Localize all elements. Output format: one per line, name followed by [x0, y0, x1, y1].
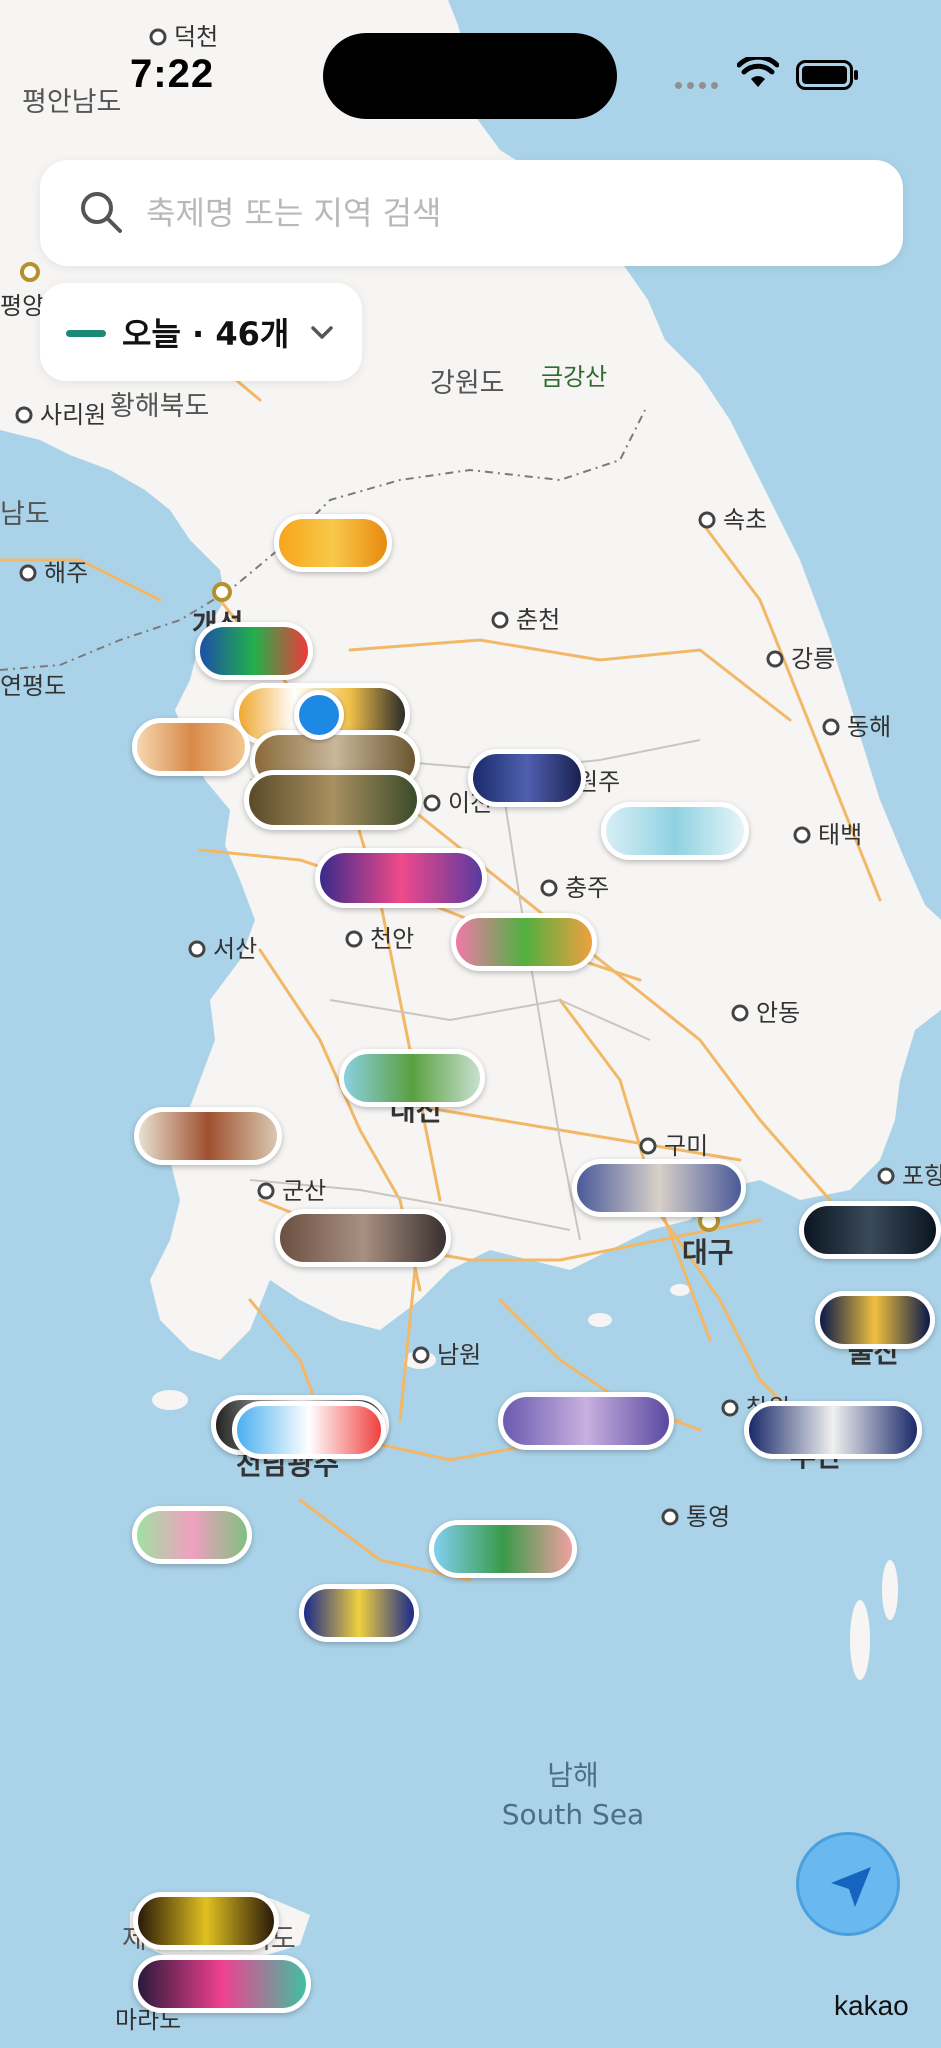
- status-bar: 7:22: [0, 0, 941, 120]
- svg-text:속초: 속초: [723, 506, 767, 534]
- festival-pin[interactable]: [132, 718, 250, 776]
- festival-pin[interactable]: [451, 913, 597, 971]
- festival-pin[interactable]: [275, 1209, 451, 1267]
- filter-label: 오늘 · 46개: [122, 315, 290, 353]
- search-bar[interactable]: [40, 160, 903, 266]
- region-label: 황해북도: [110, 391, 209, 422]
- wifi-icon: [737, 57, 779, 87]
- festival-pin[interactable]: [232, 1401, 386, 1459]
- location-arrow-icon: [831, 1867, 871, 1907]
- festival-pin[interactable]: [601, 802, 749, 860]
- region-label: 남도: [0, 499, 50, 530]
- festival-pin[interactable]: [315, 848, 487, 908]
- island-label: 연평도: [0, 672, 66, 700]
- svg-text:충주: 충주: [565, 874, 609, 902]
- festival-pin[interactable]: [299, 1584, 419, 1642]
- festival-pin[interactable]: [133, 1955, 311, 2013]
- dynamic-island: [323, 33, 617, 119]
- festival-pin[interactable]: [339, 1049, 485, 1107]
- battery-icon: [796, 60, 858, 90]
- svg-text:대구: 대구: [682, 1236, 734, 1269]
- svg-text:남원: 남원: [437, 1341, 481, 1369]
- svg-text:평양: 평양: [0, 292, 44, 320]
- festival-pin[interactable]: [468, 749, 586, 807]
- svg-text:사리원: 사리원: [40, 401, 106, 429]
- festival-pin[interactable]: [572, 1159, 746, 1217]
- svg-text:안동: 안동: [756, 999, 800, 1027]
- cellular-signal-icon: [675, 82, 718, 89]
- festival-pin[interactable]: [134, 1107, 282, 1165]
- festival-pin[interactable]: [498, 1392, 674, 1450]
- mountain-label: 금강산: [541, 363, 607, 391]
- festival-pin[interactable]: [815, 1291, 935, 1349]
- festival-pin[interactable]: [132, 1506, 252, 1564]
- festival-pin[interactable]: [274, 514, 392, 572]
- filter-accent-line: [66, 330, 106, 337]
- region-label: 강원도: [430, 368, 505, 399]
- svg-text:동해: 동해: [847, 713, 891, 741]
- svg-text:군산: 군산: [282, 1177, 326, 1205]
- date-filter-dropdown[interactable]: 오늘 · 46개: [40, 283, 362, 381]
- my-location-button[interactable]: [796, 1832, 900, 1936]
- svg-text:해주: 해주: [44, 559, 88, 587]
- festival-pin[interactable]: [195, 622, 313, 680]
- sea-label-english: South Sea: [502, 1798, 644, 1831]
- svg-text:천안: 천안: [370, 925, 414, 953]
- svg-text:구미: 구미: [664, 1132, 708, 1160]
- festival-pin[interactable]: [429, 1520, 577, 1578]
- festival-pin[interactable]: [133, 1892, 279, 1950]
- festival-pin[interactable]: [744, 1401, 922, 1459]
- svg-text:태백: 태백: [818, 821, 862, 849]
- festival-pin[interactable]: [244, 770, 422, 830]
- svg-text:춘천: 춘천: [516, 606, 560, 634]
- map-attribution: kakao: [834, 1990, 909, 2021]
- chevron-down-icon: [311, 326, 333, 339]
- search-input[interactable]: [144, 182, 868, 244]
- festival-pin[interactable]: [799, 1201, 941, 1259]
- svg-text:포항: 포항: [902, 1162, 941, 1190]
- search-icon: [81, 192, 122, 233]
- status-time: 7:22: [130, 52, 215, 96]
- svg-text:강릉: 강릉: [791, 645, 835, 673]
- sea-label-korean: 남해: [547, 1759, 599, 1792]
- svg-text:통영: 통영: [686, 1503, 730, 1531]
- current-location-marker: [294, 690, 344, 740]
- svg-text:서산: 서산: [213, 935, 257, 963]
